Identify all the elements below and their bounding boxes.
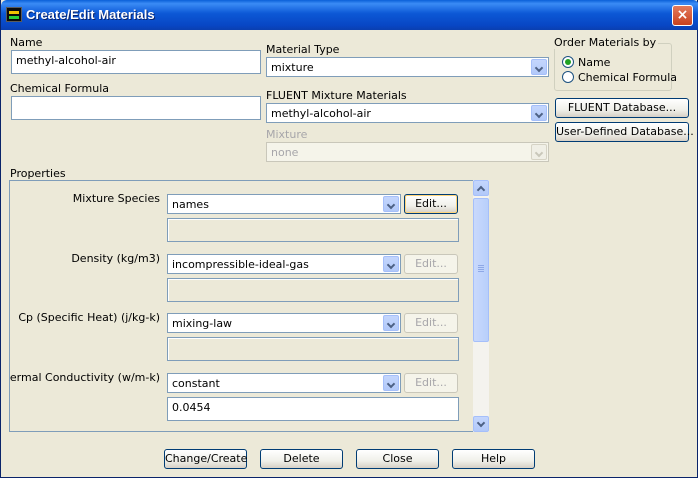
fluent-database-button[interactable]: FLUENT Database...: [555, 98, 689, 118]
thermal-conductivity-method-value: constant: [172, 377, 220, 390]
cp-specific-heat-dropdown[interactable]: mixing-law: [167, 313, 401, 333]
chemical-formula-field[interactable]: [11, 96, 261, 120]
density-value-field: [167, 278, 459, 302]
scroll-down-arrow-icon[interactable]: [473, 416, 489, 432]
cp-method-value: mixing-law: [172, 317, 233, 330]
chevron-down-icon[interactable]: [383, 256, 399, 272]
fluent-mixture-materials-label: FLUENT Mixture Materials: [266, 89, 407, 102]
density-label: Density (kg/m3): [71, 252, 160, 265]
window-title: Create/Edit Materials: [26, 7, 155, 22]
chevron-down-icon: [531, 144, 547, 160]
density-edit-button: Edit...: [404, 254, 458, 274]
chevron-down-icon[interactable]: [383, 315, 399, 331]
material-type-label: Material Type: [266, 43, 340, 56]
cp-edit-button: Edit...: [404, 313, 458, 333]
order-by-name-label: Name: [578, 56, 611, 69]
mixture-species-dropdown[interactable]: names: [167, 194, 401, 214]
scroll-up-arrow-icon[interactable]: [473, 180, 489, 196]
thermal-conductivity-edit-button: Edit...: [404, 373, 458, 393]
mixture-species-edit-button[interactable]: Edit...: [404, 194, 458, 214]
material-type-value: mixture: [271, 61, 314, 74]
order-by-chemical-formula-radio[interactable]: Chemical Formula: [562, 71, 677, 84]
cp-specific-heat-label: Cp (Specific Heat) (j/kg-k): [18, 311, 160, 324]
mixture-label: Mixture: [266, 128, 308, 141]
mixture-value: none: [271, 146, 299, 159]
chevron-down-icon[interactable]: [383, 375, 399, 391]
fluent-mixture-materials-value: methyl-alcohol-air: [271, 107, 371, 120]
title-bar[interactable]: Create/Edit Materials ×: [1, 0, 698, 30]
fluent-app-icon: [6, 7, 22, 22]
radio-unselected-icon[interactable]: [562, 71, 574, 83]
scrollbar-thumb[interactable]: [473, 198, 489, 342]
user-defined-database-button[interactable]: User-Defined Database...: [555, 122, 694, 142]
fluent-mixture-materials-dropdown[interactable]: methyl-alcohol-air: [266, 103, 549, 123]
chemical-formula-label: Chemical Formula: [10, 82, 110, 95]
mixture-species-value-field: [167, 218, 459, 242]
name-field[interactable]: methyl-alcohol-air: [11, 50, 261, 74]
thermal-conductivity-value-field[interactable]: 0.0454: [167, 397, 459, 421]
chevron-down-icon[interactable]: [531, 59, 547, 75]
change-create-button[interactable]: Change/Create: [164, 449, 247, 469]
radio-selected-icon[interactable]: [562, 56, 574, 68]
name-label: Name: [10, 36, 43, 49]
chevron-down-icon[interactable]: [531, 105, 547, 121]
density-method-value: incompressible-ideal-gas: [172, 258, 309, 271]
order-materials-label: Order Materials by: [554, 36, 659, 49]
order-by-name-radio[interactable]: Name: [562, 56, 610, 69]
density-dropdown[interactable]: incompressible-ideal-gas: [167, 254, 401, 274]
grip-icon: [478, 265, 484, 273]
order-by-chemical-formula-label: Chemical Formula: [578, 71, 678, 84]
chevron-down-icon[interactable]: [383, 196, 399, 212]
close-window-button[interactable]: ×: [672, 5, 693, 26]
close-button[interactable]: Close: [356, 449, 439, 469]
delete-button[interactable]: Delete: [260, 449, 343, 469]
mixture-dropdown: none: [266, 142, 549, 162]
cp-value-field: [167, 337, 459, 361]
properties-label: Properties: [10, 167, 66, 180]
mixture-species-value: names: [172, 198, 209, 211]
create-edit-materials-dialog: Create/Edit Materials × Name methyl-alco…: [0, 0, 698, 478]
properties-panel: Mixture Species names Edit... Density (k…: [9, 180, 489, 432]
mixture-species-label: Mixture Species: [72, 192, 160, 205]
help-button[interactable]: Help: [452, 449, 535, 469]
thermal-conductivity-label: Thermal Conductivity (w/m-k): [9, 371, 160, 384]
material-type-dropdown[interactable]: mixture: [266, 57, 549, 77]
thermal-conductivity-dropdown[interactable]: constant: [167, 373, 401, 393]
properties-scrollbar[interactable]: [473, 180, 489, 432]
